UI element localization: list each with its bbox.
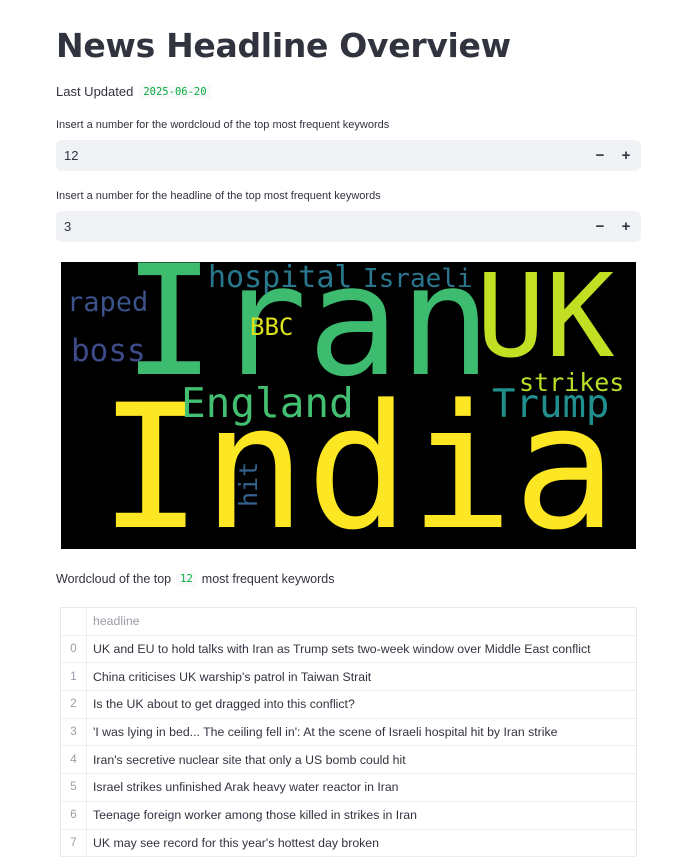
- row-index: 7: [61, 829, 87, 857]
- table-row[interactable]: 0 UK and EU to hold talks with Iran as T…: [61, 635, 636, 664]
- index-header: [61, 608, 87, 635]
- word-bbc: BBC: [250, 313, 294, 341]
- word-raped: raped: [67, 287, 149, 318]
- headline-cell[interactable]: UK and EU to hold talks with Iran as Tru…: [87, 642, 591, 656]
- headline-cell[interactable]: Is the UK about to get dragged into this…: [87, 697, 355, 711]
- headline-count-increment-button[interactable]: +: [613, 211, 639, 242]
- wordcloud-count-decrement-button[interactable]: −: [587, 140, 613, 171]
- table-row[interactable]: 3 'I was lying in bed... The ceiling fel…: [61, 718, 636, 747]
- last-updated-value: 2025-06-20: [139, 84, 211, 99]
- headline-column-header[interactable]: headline: [87, 614, 140, 628]
- word-boss: boss: [71, 333, 146, 369]
- word-hit: hit: [234, 461, 263, 507]
- last-updated-label: Last Updated: [56, 84, 134, 99]
- table-row[interactable]: 7 UK may see record for this year's hott…: [61, 829, 636, 858]
- table-header-row: headline: [61, 608, 636, 636]
- headline-cell[interactable]: Israel strikes unfinished Arak heavy wat…: [87, 780, 399, 794]
- headline-cell[interactable]: China criticises UK warship's patrol in …: [87, 670, 371, 684]
- headline-count-label: Insert a number for the headline of the …: [56, 190, 381, 202]
- row-index: 2: [61, 691, 87, 718]
- wordcloud-count-increment-button[interactable]: +: [613, 140, 639, 171]
- row-index: 3: [61, 718, 87, 746]
- headline-cell[interactable]: Iran's secretive nuclear site that only …: [87, 753, 406, 767]
- word-israeli: Israeli: [363, 264, 473, 294]
- headline-cell[interactable]: 'I was lying in bed... The ceiling fell …: [87, 725, 557, 739]
- word-england: England: [181, 379, 354, 427]
- headline-cell[interactable]: UK may see record for this year's hottes…: [87, 836, 379, 850]
- table-row[interactable]: 4 Iran's secretive nuclear site that onl…: [61, 746, 636, 775]
- caption-suffix: most frequent keywords: [201, 572, 335, 586]
- page-title: News Headline Overview: [56, 26, 511, 65]
- row-index: 6: [61, 801, 87, 829]
- wordcloud-count-label: Insert a number for the wordcloud of the…: [56, 119, 390, 131]
- table-row[interactable]: 2 Is the UK about to get dragged into th…: [61, 691, 636, 719]
- last-updated: Last Updated 2025-06-20: [56, 84, 211, 99]
- headline-count-input[interactable]: 3 − +: [56, 211, 641, 242]
- table-row[interactable]: 6 Teenage foreign worker among those kil…: [61, 801, 636, 830]
- word-uk: UK: [476, 262, 615, 384]
- row-index: 4: [61, 746, 87, 774]
- wordcloud-image: India Iran UK England Trump hospital Isr…: [61, 262, 636, 549]
- headline-count-value[interactable]: 3: [64, 219, 71, 234]
- caption-prefix: Wordcloud of the top: [56, 572, 172, 586]
- headline-table[interactable]: headline 0 UK and EU to hold talks with …: [60, 607, 637, 858]
- headline-cell[interactable]: Teenage foreign worker among those kille…: [87, 808, 417, 822]
- wordcloud-caption: Wordcloud of the top 12 most frequent ke…: [56, 572, 334, 586]
- wordcloud-count-input[interactable]: 12 − +: [56, 140, 641, 171]
- row-index: 5: [61, 774, 87, 801]
- row-index: 1: [61, 663, 87, 691]
- table-row[interactable]: 5 Israel strikes unfinished Arak heavy w…: [61, 774, 636, 802]
- word-hospital: hospital: [208, 262, 353, 295]
- row-index: 0: [61, 635, 87, 663]
- wordcloud-count-value[interactable]: 12: [64, 148, 78, 163]
- table-row[interactable]: 1 China criticises UK warship's patrol i…: [61, 663, 636, 692]
- word-strikes: strikes: [519, 368, 625, 397]
- headline-count-decrement-button[interactable]: −: [587, 211, 613, 242]
- caption-count: 12: [176, 572, 197, 586]
